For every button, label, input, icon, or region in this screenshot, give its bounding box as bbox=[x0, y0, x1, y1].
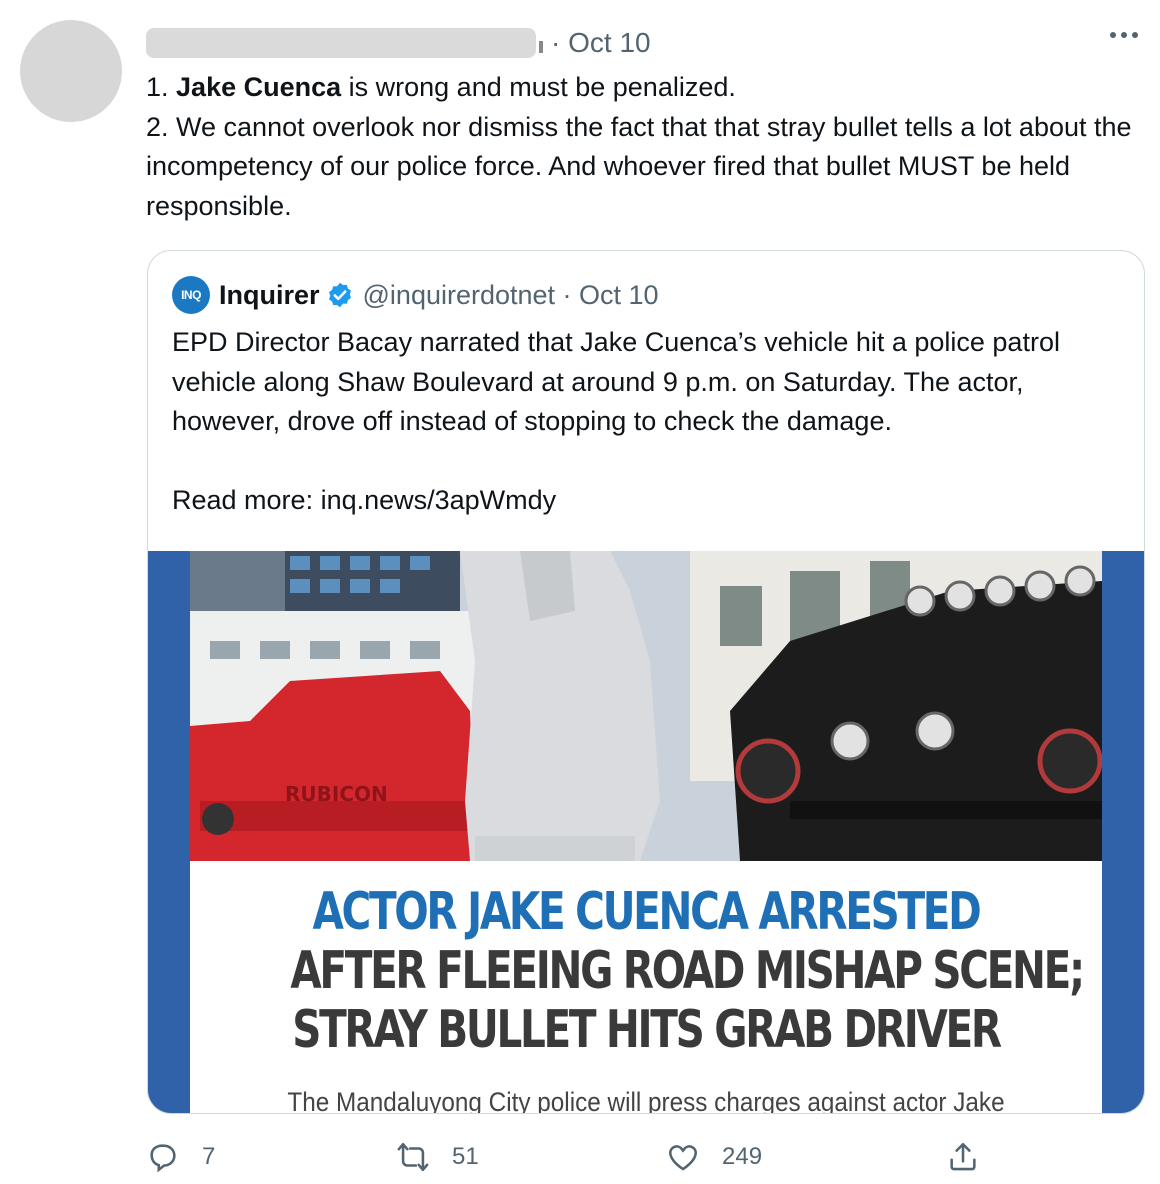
quoted-tweet-text: EPD Director Bacay narrated that Jake Cu… bbox=[172, 323, 1122, 521]
quoted-author-name[interactable]: Inquirer bbox=[219, 280, 320, 311]
avatar[interactable] bbox=[20, 20, 122, 122]
tweet-header: · Oct 10 bbox=[146, 26, 651, 60]
quoted-author-handle[interactable]: @inquirerdotnet · Oct 10 bbox=[363, 280, 659, 311]
retweet-icon bbox=[397, 1142, 429, 1172]
more-options-icon[interactable] bbox=[1110, 32, 1138, 38]
read-more-link[interactable]: Read more: inq.news/3apWmdy bbox=[172, 481, 1122, 521]
quoted-tweet-header: INQ Inquirer @inquirerdotnet · Oct 10 bbox=[172, 276, 659, 314]
tweet-line-1: 1. Jake Cuenca is wrong and must be pena… bbox=[146, 72, 736, 102]
tweet-actions: 7 51 249 bbox=[146, 1136, 1146, 1184]
like-button[interactable]: 249 bbox=[666, 1140, 762, 1174]
tweet-body: 1. Jake Cuenca is wrong and must be pena… bbox=[146, 68, 1136, 226]
article-headline: ACTOR JAKE CUENCA ARRESTED AFTER FLEEING… bbox=[290, 882, 1085, 1060]
share-icon bbox=[950, 1142, 976, 1171]
svg-text:RUBICON: RUBICON bbox=[285, 782, 388, 806]
tweet-timestamp[interactable]: · Oct 10 bbox=[551, 27, 651, 59]
mention-name: Jake Cuenca bbox=[176, 72, 342, 102]
share-button[interactable] bbox=[946, 1140, 980, 1174]
quoted-tweet-card[interactable]: INQ Inquirer @inquirerdotnet · Oct 10 EP… bbox=[147, 250, 1145, 1114]
tweet-line-2: 2. We cannot overlook nor dismiss the fa… bbox=[146, 111, 1132, 221]
inquirer-avatar[interactable]: INQ bbox=[172, 276, 210, 314]
article-photo: RUBICON bbox=[190, 551, 1102, 861]
article-subline: The Mandaluyong City police will press c… bbox=[287, 1087, 1005, 1113]
reply-icon bbox=[150, 1144, 176, 1173]
redacted-display-name[interactable] bbox=[146, 28, 536, 58]
redacted-name-tail bbox=[539, 41, 543, 53]
verified-badge-icon bbox=[328, 282, 351, 308]
heart-icon bbox=[668, 1145, 698, 1171]
reply-button[interactable]: 7 bbox=[146, 1140, 215, 1174]
retweet-button[interactable]: 51 bbox=[396, 1140, 479, 1174]
article-preview-image[interactable]: RUBICON ACTOR JAKE CUENCA ARRESTED AFTER bbox=[148, 551, 1144, 1113]
